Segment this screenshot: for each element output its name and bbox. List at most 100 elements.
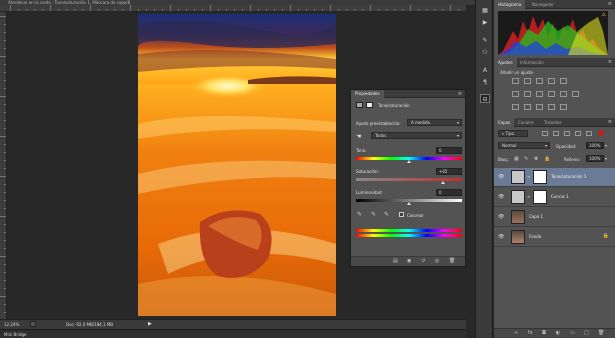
- trash-icon[interactable]: 🗑: [449, 258, 455, 264]
- link-icon[interactable]: ∞: [527, 174, 530, 179]
- color-lookup-icon[interactable]: [572, 91, 579, 97]
- reset-icon[interactable]: ↺: [421, 258, 425, 264]
- channel-select[interactable]: Todos ▾: [371, 132, 462, 139]
- lock-all-icon[interactable]: 🔒: [544, 156, 550, 162]
- mask-thumbnail[interactable]: [533, 190, 547, 204]
- saturation-slider-track[interactable]: [356, 178, 462, 181]
- panel-menu-icon[interactable]: ≡: [608, 119, 612, 125]
- zoom-level[interactable]: 12,24%: [4, 322, 19, 327]
- preset-select[interactable]: A medida ▾: [407, 119, 462, 126]
- gradient-map-icon[interactable]: [548, 104, 555, 110]
- lock-image-icon[interactable]: ✎: [524, 156, 528, 162]
- eye-icon[interactable]: 👁: [498, 174, 504, 180]
- eyedropper-minus-icon[interactable]: ✎: [384, 211, 389, 218]
- clone-source-icon[interactable]: ⚇: [480, 48, 490, 57]
- fill-label: Relleno:: [564, 157, 581, 162]
- channel-mixer-icon[interactable]: [560, 91, 567, 97]
- tab-info[interactable]: Información: [516, 58, 548, 67]
- minibridge-label[interactable]: Mini Bridge: [4, 332, 27, 337]
- blend-mode-select[interactable]: Normal ▾: [498, 142, 550, 149]
- hue-slider-thumb[interactable]: [407, 160, 411, 163]
- colorize-checkbox[interactable]: [399, 212, 404, 217]
- add-mask-icon[interactable]: ◘: [542, 330, 546, 336]
- minibridge-bar[interactable]: Mini Bridge: [0, 329, 466, 338]
- eye-icon[interactable]: 👁: [498, 194, 504, 200]
- type-filter-icon[interactable]: [564, 131, 570, 136]
- tab-adjustments[interactable]: Ajustes: [494, 58, 517, 67]
- visibility-icon[interactable]: ◎: [435, 258, 439, 264]
- tab-properties[interactable]: Propiedades: [351, 90, 384, 98]
- link-layers-icon[interactable]: ∞: [514, 330, 518, 336]
- lock-position-icon[interactable]: ✥: [534, 156, 538, 162]
- color-balance-icon[interactable]: [524, 91, 531, 97]
- tab-histogram[interactable]: Histograma: [494, 0, 526, 9]
- panel-menu-icon[interactable]: ≡: [458, 91, 462, 97]
- levels-icon[interactable]: [524, 78, 531, 84]
- mask-thumbnail[interactable]: [533, 170, 547, 184]
- adjustment-filter-icon[interactable]: [553, 131, 559, 136]
- saturation-input[interactable]: +65: [436, 168, 462, 175]
- ruler-tick: [42, 9, 43, 11]
- layer-row[interactable]: 👁 ∞ Tono/saturación 1: [494, 168, 615, 187]
- posterize-icon[interactable]: [524, 104, 531, 110]
- opacity-input[interactable]: 100%: [586, 142, 604, 149]
- hue-saturation-icon[interactable]: [512, 91, 519, 97]
- invert-icon[interactable]: [512, 104, 519, 110]
- clip-to-layer-icon[interactable]: ▤: [393, 258, 398, 264]
- photo-filter-icon[interactable]: [548, 91, 555, 97]
- chevron-down-icon[interactable]: ▾: [605, 143, 607, 148]
- chevron-down-icon[interactable]: ▾: [605, 156, 607, 161]
- link-icon[interactable]: ∞: [527, 194, 530, 199]
- panel-menu-icon[interactable]: ≡: [608, 59, 612, 65]
- character-icon[interactable]: A: [480, 66, 490, 75]
- document-image[interactable]: [138, 14, 336, 316]
- brightness-icon[interactable]: [512, 78, 519, 84]
- threshold-icon[interactable]: [536, 104, 543, 110]
- layer-row[interactable]: 👁 ∞ Curvas 1: [494, 188, 615, 207]
- lightness-slider-thumb[interactable]: [407, 202, 411, 205]
- ruler-tick: [4, 272, 6, 273]
- new-layer-icon[interactable]: □: [584, 330, 589, 336]
- tab-layers[interactable]: Capas: [494, 118, 515, 127]
- tab-channels[interactable]: Canales: [514, 118, 538, 127]
- history-icon[interactable]: ▦: [480, 6, 490, 15]
- new-adjustment-icon[interactable]: ◐: [556, 330, 560, 336]
- view-previous-icon[interactable]: ◉: [407, 258, 411, 264]
- eye-icon[interactable]: 👁: [498, 214, 504, 220]
- vibrance-icon[interactable]: [560, 78, 567, 84]
- saturation-slider-thumb[interactable]: [441, 181, 446, 184]
- fill-input[interactable]: 100%: [586, 155, 604, 162]
- fx-icon[interactable]: fx: [528, 330, 533, 336]
- curves-icon[interactable]: [536, 78, 543, 84]
- new-group-icon[interactable]: ▭: [570, 330, 575, 336]
- mask-icon[interactable]: [366, 102, 373, 108]
- brush-icon[interactable]: ✎: [480, 36, 490, 45]
- panel-menu-icon[interactable]: ≡: [608, 1, 612, 7]
- lightness-input[interactable]: 0: [436, 189, 462, 196]
- tab-navigator[interactable]: Navegador: [528, 0, 558, 9]
- lock-transparent-icon[interactable]: ▦: [514, 156, 519, 162]
- paragraph-icon[interactable]: ¶: [480, 78, 490, 87]
- eye-icon[interactable]: 👁: [498, 234, 504, 240]
- eyedropper-icon[interactable]: ✎: [357, 211, 362, 218]
- status-menu-icon[interactable]: [30, 321, 36, 327]
- filter-toggle-icon[interactable]: [598, 130, 604, 136]
- selective-color-icon[interactable]: [560, 104, 567, 110]
- shape-filter-icon[interactable]: [575, 131, 581, 136]
- properties-dock-icon[interactable]: ⊟: [480, 94, 490, 103]
- hue-input[interactable]: 0: [436, 147, 462, 154]
- tab-paths[interactable]: Trazados: [540, 118, 566, 127]
- layer-row[interactable]: 👁 Capa 1: [494, 208, 615, 227]
- layer-filter-select[interactable]: ⌕ Tipo: [498, 130, 528, 137]
- layer-row[interactable]: 👁 Fondo 🔒: [494, 228, 615, 247]
- pixel-filter-icon[interactable]: [542, 131, 548, 136]
- smart-filter-icon[interactable]: [586, 131, 592, 136]
- trash-icon[interactable]: 🗑: [598, 330, 604, 336]
- black-white-icon[interactable]: [536, 91, 543, 97]
- status-arrow-icon[interactable]: ▶: [148, 321, 152, 327]
- exposure-icon[interactable]: [548, 78, 555, 84]
- eyedropper-plus-icon[interactable]: ✎: [371, 211, 376, 218]
- hand-target-icon[interactable]: ☚: [356, 133, 361, 140]
- warning-icon[interactable]: ⚠: [602, 12, 606, 18]
- actions-icon[interactable]: ▶: [480, 18, 490, 27]
